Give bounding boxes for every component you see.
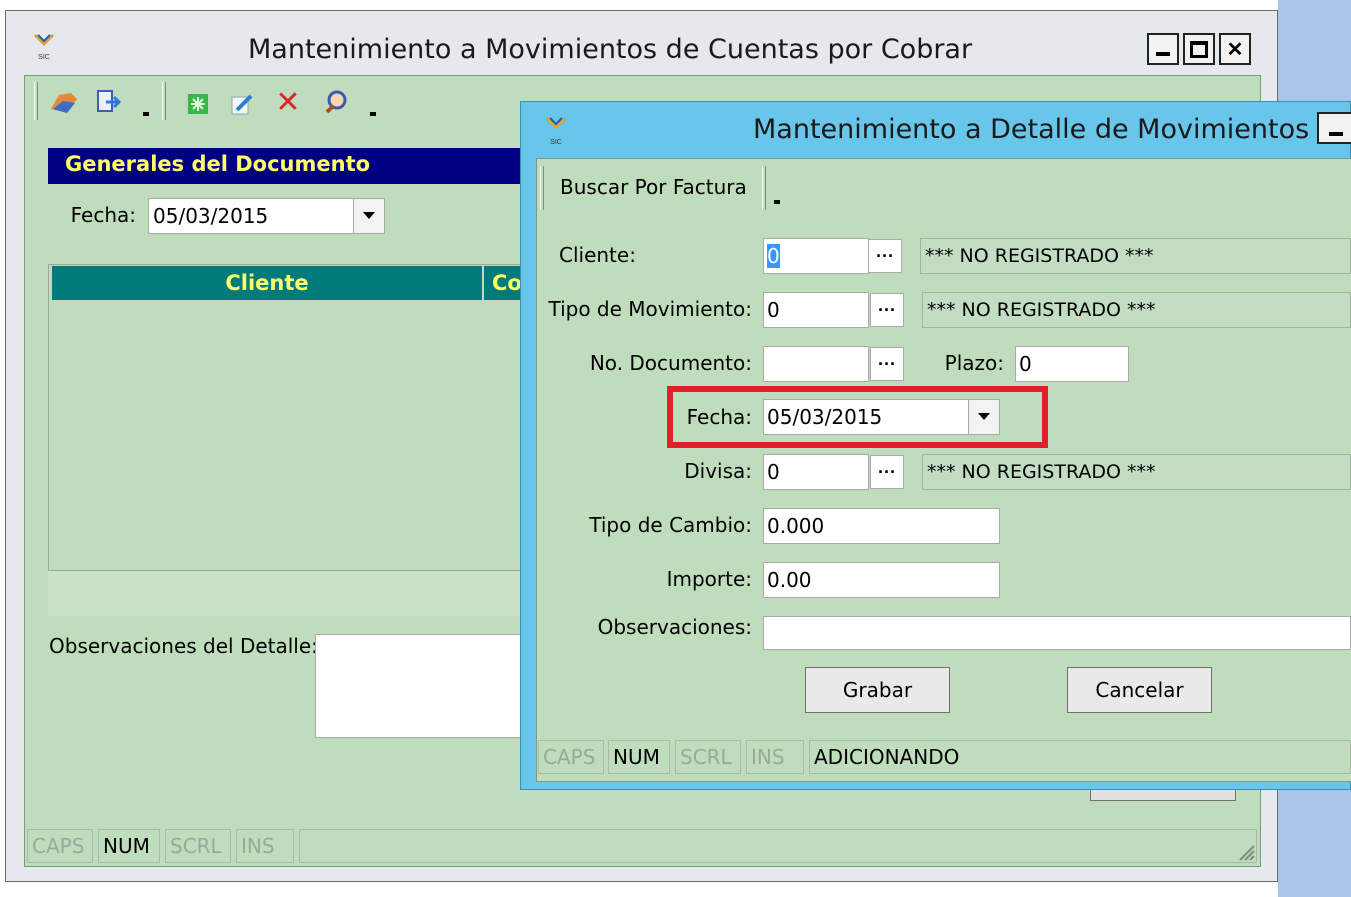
chevron-down-icon[interactable] <box>362 82 384 120</box>
dialog-status-scrl: SCRL <box>675 740 741 774</box>
divisa-lookup-button[interactable]: ··· <box>870 455 904 489</box>
maximize-button[interactable] <box>1183 33 1215 65</box>
cliente-lookup-button[interactable]: ··· <box>868 239 902 273</box>
cliente-description: *** NO REGISTRADO *** <box>920 238 1351 274</box>
grabar-button[interactable]: Grabar <box>805 667 950 713</box>
main-fecha-field[interactable]: 05/03/2015 <box>148 198 385 234</box>
tipo-cambio-input[interactable]: 0.000 <box>763 508 1000 544</box>
dialog-status-caps: CAPS <box>538 740 604 774</box>
main-app-icon: SIC <box>30 33 58 63</box>
dialog-minimize-button[interactable] <box>1317 112 1351 144</box>
cliente-value: 0 <box>767 244 780 268</box>
observaciones-detalle-label: Observaciones del Detalle: <box>49 634 318 658</box>
tipo-movimiento-lookup-button[interactable]: ··· <box>870 293 904 327</box>
dialog-status-ins: INS <box>746 740 804 774</box>
main-window-title: Mantenimiento a Movimientos de Cuentas p… <box>248 34 973 65</box>
main-fecha-label: Fecha: <box>70 203 136 227</box>
dialog-title: Mantenimiento a Detalle de Movimientos <box>753 114 1310 145</box>
search-icon[interactable] <box>322 86 354 118</box>
toolbar-grip <box>34 82 38 120</box>
observaciones-label: Observaciones: <box>597 615 752 639</box>
status-filler <box>299 829 1257 863</box>
chevron-down-icon[interactable] <box>353 199 384 233</box>
delete-icon[interactable]: ✕ <box>272 86 304 119</box>
buscar-por-factura-button[interactable]: Buscar Por Factura <box>560 175 747 199</box>
export-icon[interactable] <box>92 86 124 118</box>
minimize-button[interactable] <box>1147 33 1179 65</box>
dialog-fecha-label: Fecha: <box>686 405 752 429</box>
close-button[interactable]: ✕ <box>1219 33 1251 65</box>
grid-footer <box>48 570 528 616</box>
grid-header-cliente[interactable]: Cliente <box>52 266 482 300</box>
no-documento-label: No. Documento: <box>589 351 752 375</box>
plazo-label: Plazo: <box>944 351 1004 375</box>
chevron-down-icon[interactable] <box>135 82 157 120</box>
toolbar-separator <box>162 82 166 120</box>
cancelar-button[interactable]: Cancelar <box>1067 667 1212 713</box>
observaciones-detalle-field[interactable] <box>315 634 530 738</box>
chevron-down-icon[interactable] <box>766 168 788 208</box>
dialog-app-icon: SIC <box>542 116 570 146</box>
divisa-input[interactable]: 0 <box>763 454 869 490</box>
status-caps: CAPS <box>27 829 93 863</box>
observaciones-input[interactable] <box>763 616 1351 650</box>
cliente-label: Cliente: <box>559 243 636 267</box>
grid[interactable] <box>48 264 528 616</box>
resize-grip-icon[interactable] <box>1234 840 1256 862</box>
main-fecha-value: 05/03/2015 <box>153 204 269 228</box>
dialog-toolbar-grip <box>540 166 544 210</box>
importe-input[interactable]: 0.00 <box>763 562 1000 598</box>
chevron-down-icon[interactable] <box>968 400 999 434</box>
importe-label: Importe: <box>666 567 752 591</box>
tipo-movimiento-input[interactable]: 0 <box>763 292 869 328</box>
status-ins: INS <box>236 829 294 863</box>
no-documento-lookup-button[interactable]: ··· <box>870 347 904 381</box>
open-folder-icon[interactable] <box>48 86 80 118</box>
status-scrl: SCRL <box>165 829 231 863</box>
tipo-movimiento-description: *** NO REGISTRADO *** <box>922 292 1351 328</box>
dialog-status-num: NUM <box>608 740 670 774</box>
divisa-label: Divisa: <box>684 459 752 483</box>
section-title: Generales del Documento <box>65 152 371 176</box>
no-documento-input[interactable] <box>763 346 869 382</box>
new-record-icon[interactable] <box>182 88 214 120</box>
cliente-input[interactable]: 0 <box>763 238 869 274</box>
dialog-status-mode: ADICIONANDO <box>809 740 1351 774</box>
tipo-movimiento-label: Tipo de Movimiento: <box>548 297 752 321</box>
tipo-cambio-label: Tipo de Cambio: <box>589 513 752 537</box>
plazo-input[interactable]: 0 <box>1015 346 1129 382</box>
dialog-fecha-value: 05/03/2015 <box>767 405 883 429</box>
dialog-fecha-field[interactable]: 05/03/2015 <box>763 399 1000 435</box>
edit-icon[interactable] <box>226 88 258 120</box>
status-num: NUM <box>98 829 160 863</box>
divisa-description: *** NO REGISTRADO *** <box>922 454 1351 490</box>
